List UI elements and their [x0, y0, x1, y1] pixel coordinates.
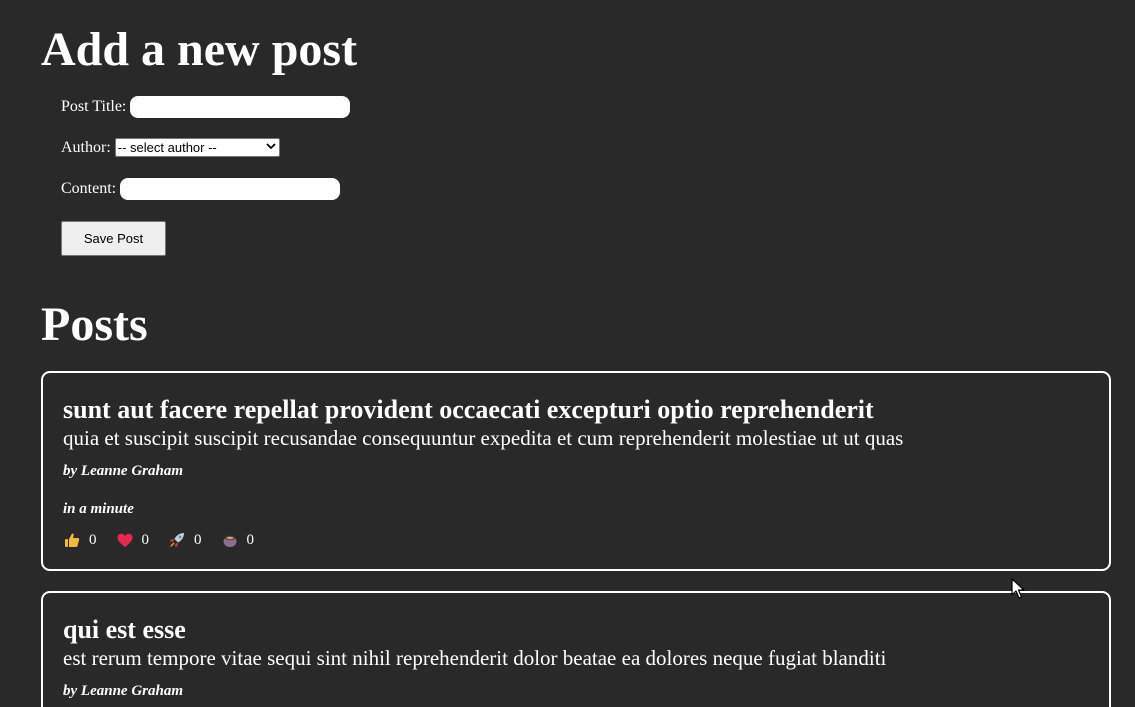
posts-heading: Posts: [41, 298, 148, 351]
reaction-count: 0: [89, 531, 97, 548]
post-card: sunt aut facere repellat provident occae…: [41, 371, 1111, 571]
post-author: by Leanne Graham: [63, 463, 183, 479]
add-post-heading: Add a new post: [41, 23, 358, 76]
reaction-count: 0: [246, 531, 255, 548]
heart-icon: [116, 531, 134, 549]
chevron-down-icon: [266, 142, 276, 153]
rocket-icon: [168, 531, 186, 549]
reaction-thumbs-up-button[interactable]: 0: [63, 531, 97, 549]
post-title-row: Post Title:: [61, 96, 351, 118]
post-card: qui est esse est rerum tempore vitae seq…: [41, 591, 1111, 707]
author-select[interactable]: -- select author --: [114, 138, 280, 157]
mouse-cursor-icon: [1011, 578, 1025, 600]
reaction-heart-button[interactable]: 0: [116, 531, 150, 549]
post-title-input[interactable]: [130, 96, 351, 118]
content-row: Content:: [61, 178, 341, 200]
content-label: Content:: [61, 180, 117, 197]
post-title: qui est esse: [63, 615, 186, 644]
coffee-icon: [221, 531, 239, 549]
author-label: Author:: [61, 138, 111, 156]
reaction-count: 0: [194, 531, 202, 548]
reaction-rocket-button[interactable]: 0: [168, 531, 202, 549]
post-title-label: Post Title:: [61, 98, 127, 115]
reaction-bar: 0 0 0 0: [63, 531, 273, 549]
post-body: quia et suscipit suscipit recusandae con…: [63, 426, 904, 450]
author-row: Author: -- select author --: [61, 138, 280, 157]
post-title: sunt aut facere repellat provident occae…: [63, 395, 874, 424]
save-post-button[interactable]: Save Post: [61, 221, 166, 256]
reaction-coffee-button[interactable]: 0: [221, 531, 255, 549]
thumbs-up-icon: [63, 531, 81, 549]
content-input[interactable]: [120, 178, 341, 200]
reaction-count: 0: [141, 531, 150, 548]
post-author: by Leanne Graham: [63, 683, 183, 699]
page: Add a new post Post Title: Author: -- se…: [0, 0, 1135, 707]
post-body: est rerum tempore vitae sequi sint nihil…: [63, 646, 887, 670]
post-timestamp: in a minute: [63, 501, 134, 517]
author-select-value: -- select author --: [117, 140, 217, 155]
